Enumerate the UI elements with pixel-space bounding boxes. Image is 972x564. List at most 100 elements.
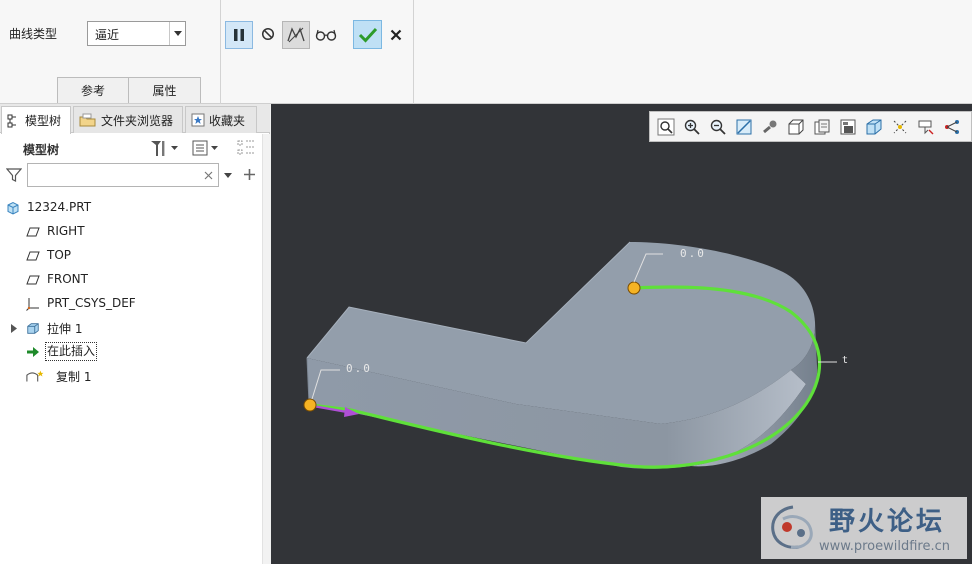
extrude-icon (26, 321, 40, 335)
view-manager-icon (840, 119, 856, 134)
tree-item-label: FRONT (47, 272, 88, 286)
chevron-down-icon[interactable] (224, 173, 232, 178)
repaint-icon (736, 119, 752, 134)
csys-icon (26, 297, 40, 311)
dashboard-separator (220, 0, 221, 104)
tree-item-top[interactable]: TOP (0, 244, 262, 268)
forum-watermark: 野火论坛 www.proewildfire.cn (761, 497, 967, 559)
tab-folder-browser[interactable]: 文件夹浏览器 (73, 106, 183, 133)
model-viewport[interactable] (271, 104, 972, 564)
curve-type-select[interactable]: 逼近 (87, 21, 186, 46)
dashboard-separator (413, 0, 414, 104)
tree-columns-button[interactable] (236, 138, 258, 158)
tree-filter-input[interactable] (27, 163, 219, 187)
tab-properties[interactable]: 属性 (129, 77, 201, 103)
spin-center-icon (763, 120, 777, 133)
tree-item-copy[interactable]: 复制 1 (0, 364, 262, 388)
refit-icon (657, 118, 675, 135)
end-point-handle[interactable] (627, 281, 641, 295)
datum-display-icon (893, 120, 907, 133)
repaint-button[interactable] (732, 115, 756, 139)
tree-item-label: 12324.PRT (27, 200, 92, 214)
chevron-down-icon (211, 146, 218, 150)
start-annotation[interactable]: 0.0 (346, 362, 372, 375)
expand-arrow-icon[interactable] (9, 321, 19, 335)
verify-mode-button[interactable] (282, 21, 310, 49)
tree-item-label: TOP (47, 248, 72, 262)
preview-button[interactable] (314, 24, 338, 46)
model-tree-title: 模型树 (23, 143, 60, 157)
zoom-in-button[interactable] (680, 115, 704, 139)
feature-dashboard: 曲线类型 逼近 参考 属性 (0, 0, 972, 104)
tree-filter-row (0, 162, 262, 190)
cancel-button[interactable] (388, 27, 404, 43)
watermark-title: 野火论坛 (829, 507, 946, 537)
clear-icon[interactable] (204, 171, 213, 180)
display-style-button[interactable] (784, 115, 808, 139)
settings-dropdown[interactable] (148, 138, 184, 158)
view-manager-button[interactable] (836, 115, 860, 139)
watermark-url: www.proewildfire.cn (819, 539, 950, 554)
model-tree: 12324.PRT RIGHT TOP FRONT PRT_CSYS_DEF 拉… (0, 196, 262, 388)
folder-icon (79, 113, 96, 127)
chevron-down-icon (171, 146, 178, 150)
tree-item-front[interactable]: FRONT (0, 268, 262, 292)
show-dropdown[interactable] (192, 138, 228, 158)
annotation-display-button[interactable] (914, 115, 938, 139)
spin-center-button[interactable] (758, 115, 782, 139)
saved-orientations-button[interactable] (810, 115, 834, 139)
dashboard-tabs: 参考 属性 (57, 77, 201, 103)
favorites-icon (191, 113, 205, 127)
navigator-scrollbar[interactable] (262, 134, 270, 564)
tree-item-insert-here[interactable]: 在此插入 (0, 340, 262, 364)
graphics-window[interactable]: 0.0 0.0 t 野火论坛 www.proewildfire.cn (271, 104, 972, 564)
filter-icon[interactable] (6, 167, 22, 183)
perspective-button[interactable] (862, 115, 886, 139)
navigator-tabs: 模型树 文件夹浏览器 收藏夹 (0, 104, 270, 134)
zoom-in-icon (684, 119, 700, 135)
refit-button[interactable] (654, 115, 678, 139)
tree-item-right[interactable]: RIGHT (0, 220, 262, 244)
end-annotation[interactable]: 0.0 (680, 247, 706, 260)
tangent-annotation[interactable]: t (842, 355, 848, 366)
tree-item-label: RIGHT (47, 224, 85, 238)
tree-item-csys[interactable]: PRT_CSYS_DEF (0, 292, 262, 316)
tab-favorites-label: 收藏夹 (209, 113, 246, 128)
tab-references[interactable]: 参考 (57, 77, 129, 103)
saved-views-icon (814, 119, 830, 134)
annotation-icon (918, 120, 934, 134)
curve-type-label: 曲线类型 (9, 27, 58, 41)
copy-surface-icon (26, 369, 44, 383)
verify-mode-icon (287, 27, 305, 43)
zoom-out-button[interactable] (706, 115, 730, 139)
graphics-toolbar (649, 111, 972, 142)
forum-logo-icon (771, 505, 813, 549)
model-tree-header: 模型树 (0, 134, 262, 162)
plus-icon[interactable] (243, 168, 256, 181)
tab-favorites[interactable]: 收藏夹 (185, 106, 257, 133)
chevron-down-icon[interactable] (169, 22, 185, 45)
start-point-handle[interactable] (303, 398, 317, 412)
tree-item-label: 在此插入 (45, 342, 98, 361)
tree-item-label: 复制 1 (56, 370, 92, 384)
pause-button[interactable] (225, 21, 253, 49)
close-icon (390, 29, 402, 41)
tree-columns-icon (237, 140, 254, 155)
graphics-filter-button[interactable] (940, 115, 964, 139)
no-preview-icon (261, 27, 275, 41)
datum-display-button[interactable] (888, 115, 912, 139)
tree-item-part[interactable]: 12324.PRT (0, 196, 262, 220)
datum-plane-icon (26, 273, 40, 287)
glasses-icon (315, 29, 337, 41)
tree-item-label: PRT_CSYS_DEF (47, 296, 136, 310)
tree-item-label: 拉伸 1 (47, 322, 83, 336)
ok-button[interactable] (353, 20, 382, 49)
creo-window: 曲线类型 逼近 参考 属性 模型树 文件夹浏览器 收藏夹 模型树 12324.P… (0, 0, 972, 564)
tab-model-tree[interactable]: 模型树 (1, 106, 71, 134)
list-icon (192, 140, 208, 156)
checkmark-icon (358, 27, 377, 43)
navigator-panel: 模型树 文件夹浏览器 收藏夹 模型树 12324.PRT RIGHT TOP F… (0, 104, 270, 564)
part-icon (6, 201, 20, 215)
no-preview-button[interactable] (259, 25, 277, 43)
tree-item-extrude[interactable]: 拉伸 1 (0, 316, 262, 340)
